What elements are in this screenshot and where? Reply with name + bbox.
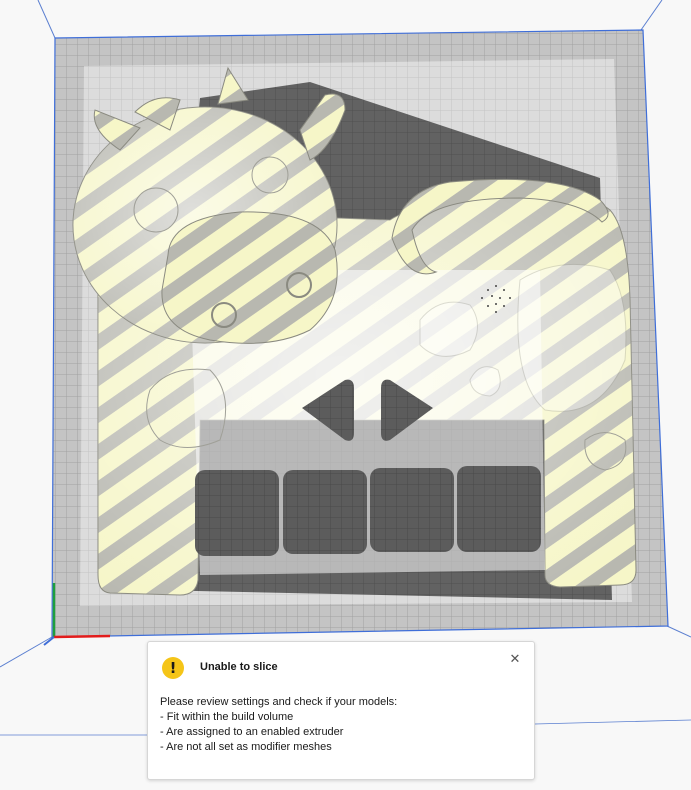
notification-message: Please review settings and check if your… (160, 695, 397, 755)
unable-to-slice-notification: ! Unable to slice ✕ Please review settin… (147, 641, 535, 780)
close-icon[interactable]: ✕ (508, 653, 522, 667)
notification-title: Unable to slice (200, 661, 278, 673)
reason-item: - Fit within the build volume (160, 711, 294, 723)
message-intro: Please review settings and check if your… (160, 696, 398, 708)
warning-icon: ! (162, 657, 184, 679)
reason-item: - Are not all set as modifier meshes (160, 741, 332, 753)
reason-item: - Are assigned to an enabled extruder (160, 726, 344, 738)
